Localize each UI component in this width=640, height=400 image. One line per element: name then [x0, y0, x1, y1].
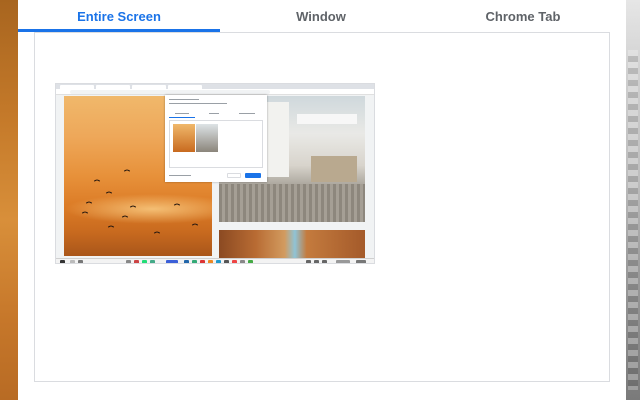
mini-taskbar — [56, 258, 374, 263]
source-panel — [34, 32, 610, 382]
entire-screen-thumbnail[interactable] — [55, 83, 375, 264]
rock-arch-photo — [219, 230, 365, 260]
mini-share-dialog — [165, 95, 267, 182]
tab-entire-screen[interactable]: Entire Screen — [18, 0, 220, 32]
source-tabs: Entire Screen Window Chrome Tab — [18, 0, 626, 32]
tab-window[interactable]: Window — [220, 0, 422, 32]
tab-chrome-tab[interactable]: Chrome Tab — [422, 0, 624, 32]
desktop-background — [626, 0, 640, 400]
share-screen-dialog: Entire Screen Window Chrome Tab — [18, 0, 626, 400]
